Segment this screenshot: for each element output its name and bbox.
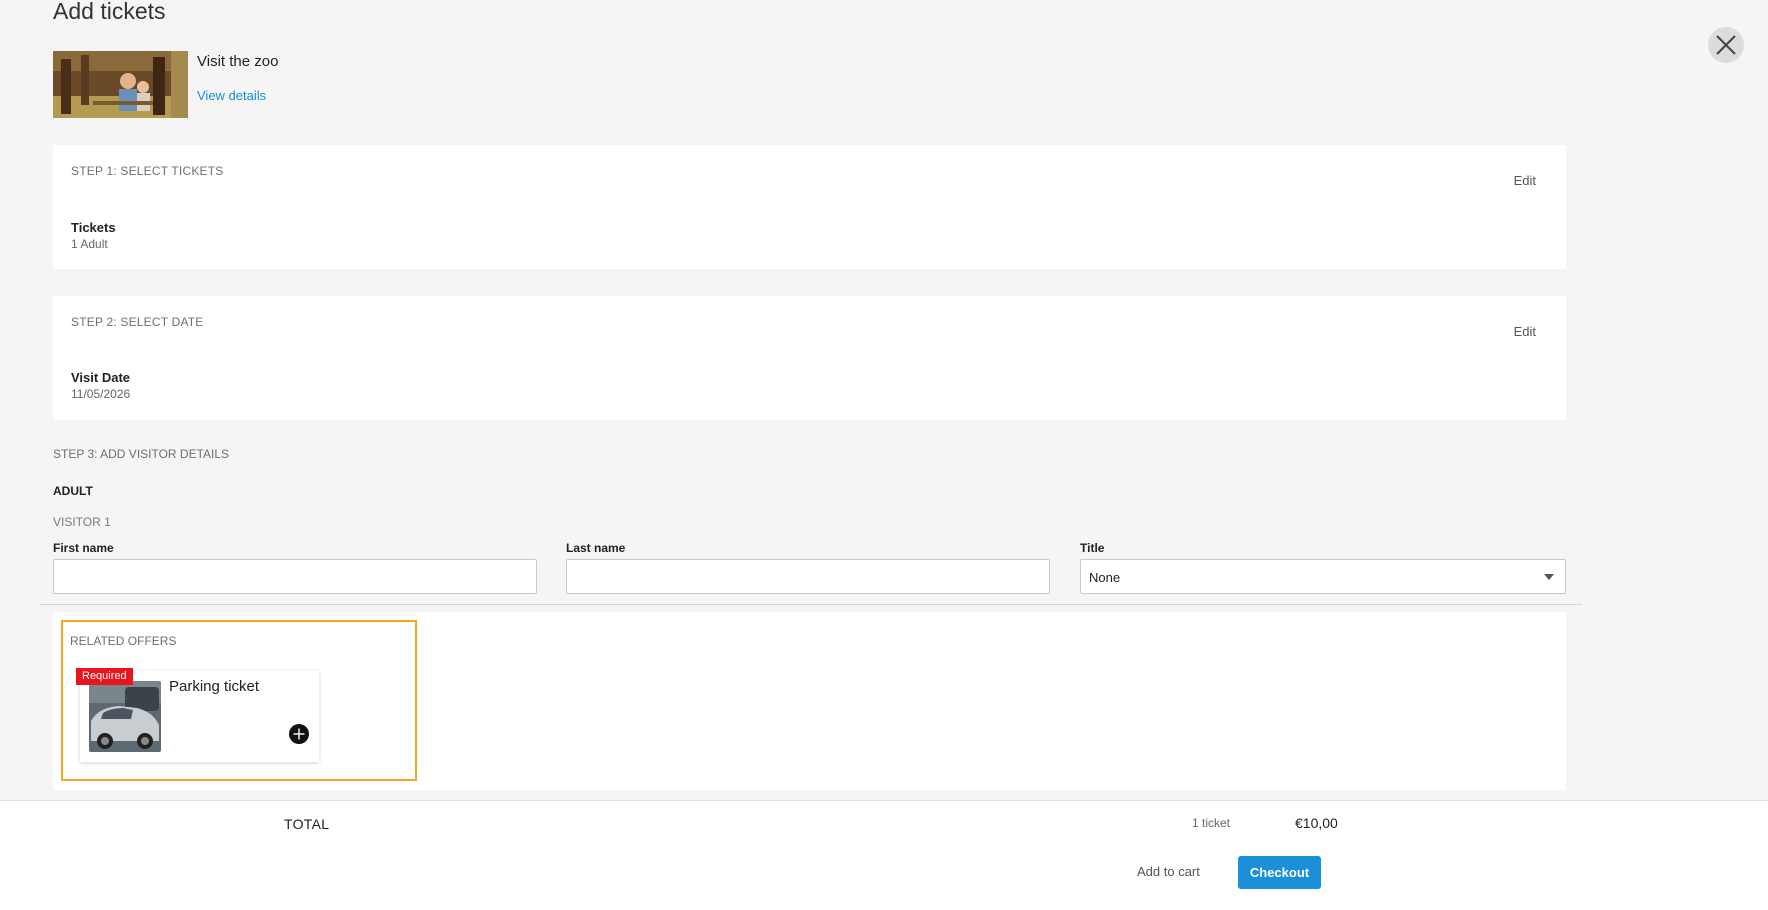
close-button[interactable] (1708, 27, 1744, 63)
title-select-value: None (1089, 570, 1121, 585)
step2-title: STEP 2: SELECT DATE (71, 315, 204, 329)
close-icon (1716, 35, 1736, 55)
visit-date-value: 11/05/2026 (71, 387, 131, 401)
visitor-label: VISITOR 1 (53, 515, 111, 529)
add-to-cart-button[interactable]: Add to cart (1137, 864, 1200, 879)
last-name-label: Last name (566, 541, 626, 555)
step2-card: STEP 2: SELECT DATE Edit Visit Date 11/0… (53, 296, 1566, 420)
related-offer-name: Parking ticket (169, 678, 260, 695)
visit-date-label: Visit Date (71, 370, 131, 385)
view-details-link[interactable]: View details (197, 88, 266, 103)
title-select[interactable]: None (1080, 559, 1566, 594)
related-offers-title: RELATED OFFERS (70, 634, 177, 648)
tickets-value: 1 Adult (71, 237, 108, 251)
ticket-group-label: ADULT (53, 484, 93, 498)
offer-image (53, 51, 188, 118)
required-badge: Required (76, 668, 133, 685)
chevron-down-icon (1544, 574, 1554, 580)
step1-edit-button[interactable]: Edit (1514, 173, 1536, 188)
title-label: Title (1080, 541, 1105, 555)
plus-circle-icon (293, 728, 305, 740)
offer-name: Visit the zoo (197, 53, 279, 70)
checkout-button[interactable]: Checkout (1238, 856, 1321, 889)
last-name-input[interactable] (566, 559, 1050, 594)
page-title: Add tickets (53, 0, 166, 24)
step2-edit-button[interactable]: Edit (1514, 324, 1536, 339)
cart-footer: TOTAL 1 ticket €10,00 Add to cart Checko… (0, 800, 1768, 910)
first-name-label: First name (53, 541, 114, 555)
step1-title: STEP 1: SELECT TICKETS (71, 164, 224, 178)
parking-image (89, 681, 161, 752)
divider (40, 604, 1582, 605)
tickets-label: Tickets (71, 220, 116, 235)
ticket-count: 1 ticket (1192, 816, 1231, 830)
total-label: TOTAL (284, 816, 330, 832)
add-related-offer-button[interactable] (289, 724, 309, 744)
first-name-input[interactable] (53, 559, 537, 594)
step3-title: STEP 3: ADD VISITOR DETAILS (53, 447, 230, 461)
step1-card: STEP 1: SELECT TICKETS Edit Tickets 1 Ad… (53, 145, 1566, 269)
total-price: €10,00 (1295, 815, 1338, 831)
